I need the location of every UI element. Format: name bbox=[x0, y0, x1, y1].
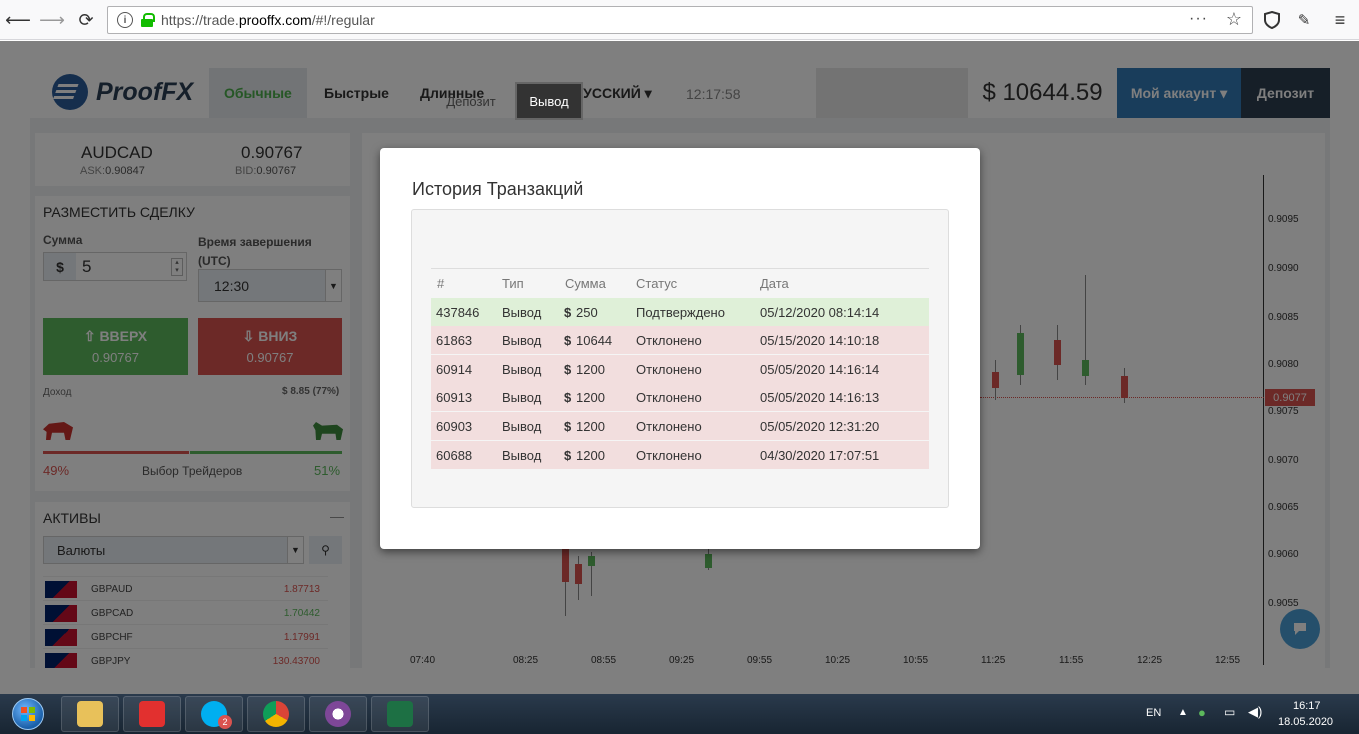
col-type: Тип bbox=[502, 276, 524, 291]
clock-time[interactable]: 16:17 bbox=[1293, 700, 1321, 712]
lock-icon bbox=[141, 13, 155, 27]
windows-logo-icon bbox=[12, 698, 44, 730]
col-id: # bbox=[437, 276, 445, 291]
forward-icon[interactable]: ⟶ bbox=[38, 6, 66, 34]
table-row[interactable]: 60688 Вывод $1200 Отклонено 04/30/2020 17:… bbox=[431, 441, 929, 469]
chrome-icon[interactable] bbox=[247, 696, 305, 732]
modal-title: История Транзакций bbox=[412, 179, 584, 199]
page-actions-icon[interactable]: ··· bbox=[1189, 10, 1208, 28]
extension-icon[interactable]: ✎ bbox=[1290, 6, 1318, 34]
excel-icon[interactable] bbox=[371, 696, 429, 732]
address-bar[interactable]: i https://trade.prooffx.com/#!/regular ·… bbox=[107, 6, 1253, 34]
volume-icon[interactable]: ◀) bbox=[1248, 704, 1262, 720]
anydesk-icon[interactable] bbox=[123, 696, 181, 732]
start-button[interactable] bbox=[4, 694, 52, 734]
col-date: Дата bbox=[760, 276, 789, 291]
tab-deposit[interactable]: Депозит bbox=[431, 82, 511, 120]
clock-date[interactable]: 18.05.2020 bbox=[1278, 716, 1333, 728]
reload-icon[interactable]: ⟳ bbox=[72, 6, 100, 34]
info-icon[interactable]: i bbox=[117, 12, 133, 28]
network-icon[interactable]: ▭ bbox=[1224, 705, 1235, 719]
table-row[interactable]: 60903 Вывод $1200 Отклонено 05/05/2020 12:… bbox=[431, 412, 929, 440]
table-row[interactable]: 437846 Вывод $250 Подтверждено 05/12/2020 … bbox=[431, 298, 929, 326]
shield-icon[interactable] bbox=[1258, 6, 1286, 34]
table-row[interactable]: 61863 Вывод $10644 Отклонено 05/15/2020 14… bbox=[431, 326, 929, 354]
language-indicator[interactable]: EN bbox=[1146, 707, 1161, 719]
tab-divider bbox=[431, 268, 929, 269]
menu-icon[interactable]: ≡ bbox=[1326, 6, 1354, 34]
file-explorer-icon[interactable] bbox=[61, 696, 119, 732]
skype-badge: 2 bbox=[218, 715, 232, 729]
browser-toolbar: ⟵ ⟶ ⟳ i https://trade.prooffx.com/#!/reg… bbox=[0, 0, 1359, 40]
tab-withdraw[interactable]: Вывод bbox=[515, 82, 583, 120]
shield-tray-icon[interactable]: ● bbox=[1198, 705, 1206, 720]
skype-icon[interactable]: 2 bbox=[185, 696, 243, 732]
col-amount: Сумма bbox=[565, 276, 606, 291]
tor-browser-icon[interactable] bbox=[309, 696, 367, 732]
url-text[interactable]: https://trade.prooffx.com/#!/regular bbox=[161, 12, 375, 28]
bookmark-star-icon[interactable]: ☆ bbox=[1226, 9, 1242, 30]
tray-expand-icon[interactable]: ▲ bbox=[1178, 707, 1188, 718]
back-icon[interactable]: ⟵ bbox=[4, 6, 32, 34]
table-row[interactable]: 60913 Вывод $1200 Отклонено 05/05/2020 14:… bbox=[431, 383, 929, 411]
col-status: Статус bbox=[636, 276, 678, 291]
table-row[interactable]: 60914 Вывод $1200 Отклонено 05/05/2020 14:… bbox=[431, 355, 929, 383]
